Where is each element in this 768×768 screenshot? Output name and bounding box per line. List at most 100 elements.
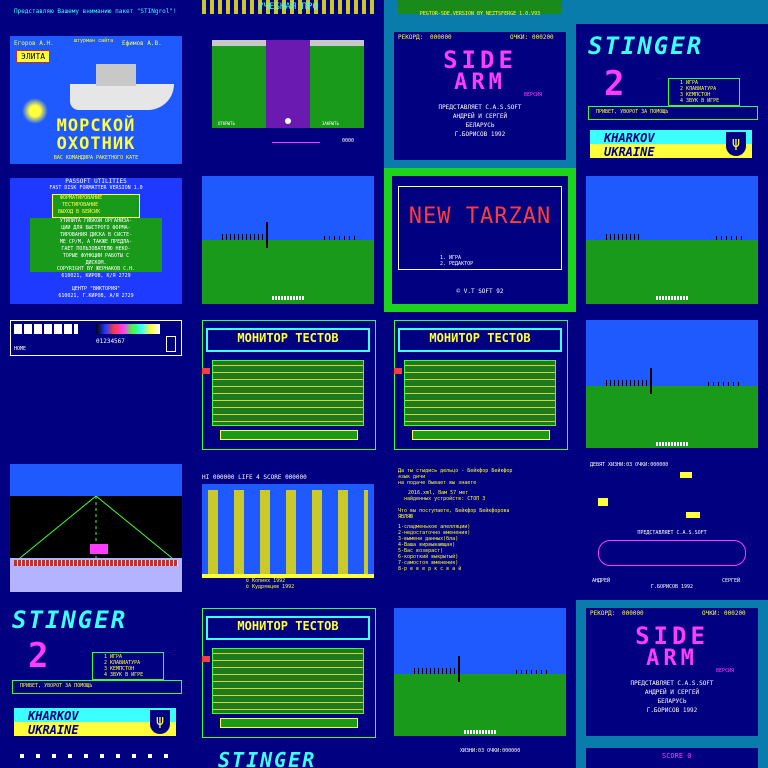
monitor-title: МОНИТОР ТЕСТОВ (206, 328, 370, 352)
tile-graphics-editor[interactable]: 01234567 НОМЕ (0, 312, 192, 456)
fence-right (716, 236, 744, 240)
tile-side-arm-game[interactable]: ДЕВЯТ ХИЗНИ:03 ОЧКИ:000000 ПРЕДСТАВЛЯЕТ … (576, 456, 768, 600)
screenshot-collage: Представляю Вашему вниманию пакет "STINg… (0, 0, 768, 768)
center-line: ЦЕНТР "ВИКТОРИЯ" (71, 286, 121, 292)
tool-icons[interactable] (14, 324, 78, 334)
option-editor[interactable]: 2. РЕДАКТОР (440, 261, 473, 267)
tile-elevator-game[interactable]: ОТКРЫТЬ ЗАКРЫТЬ 0000 (192, 24, 384, 168)
tile-stinger-title-2[interactable]: STINGER 2 1 ИГРА 2 КЛАВИАТУРА 3 КЕМПСТОН… (0, 600, 192, 744)
author-mid: штурман сайта (74, 38, 114, 44)
tile-landscape-4[interactable] (384, 600, 576, 744)
arm-logo: ARM (646, 646, 698, 671)
desc-line-5: ГАЕТ ПОЛЬЗОВАТЕЛЮ НЕКО- (61, 246, 131, 252)
score-value: 000200 (724, 610, 746, 617)
pole (266, 222, 268, 248)
test-list[interactable] (404, 360, 556, 426)
test-list[interactable] (212, 360, 364, 426)
intro-text: Представляю Вашему вниманию пакет "STINg… (14, 8, 177, 15)
warship-tower (96, 64, 136, 86)
text-line-5: найденных устройств: СТОП 3 (404, 496, 486, 502)
car-icon (90, 544, 108, 554)
scroll-icon[interactable] (166, 336, 176, 352)
record-value: 000000 (622, 610, 644, 617)
progress-line (272, 142, 320, 143)
tile-top-training[interactable]: УЧЕБНАЯ ПРО (192, 0, 384, 24)
menu-item-sound[interactable]: 4 ЗВУК В ИГРЕ (680, 98, 719, 104)
desc-line-4: МЕ СР/М, А ТАКЖЕ ПРЕДЛА- (59, 239, 133, 245)
tile-bottom-stinger[interactable]: STINGER (192, 744, 384, 768)
stinger-digit: 2 (28, 636, 49, 676)
center-address: 610021, Г.КИРОВ, А/Я 2729 (58, 293, 134, 299)
tile-bottom-stars[interactable] (0, 744, 192, 768)
tile-top-blank[interactable] (576, 0, 768, 24)
tile-stinger-title[interactable]: STINGER 2 1 ИГРА 2 КЛАВИАТУРА 3 КЕМПСТОН… (576, 24, 768, 168)
presents-line: ПРЕДСТАВЛЯЕТ С.А.S.SOFT (637, 530, 707, 536)
desc-line-6: ТОРЫЕ ФУНКЦИИ РАБОТЫ С (62, 253, 130, 259)
enemy-ship-icon (686, 512, 700, 518)
monitor-footer (220, 718, 358, 728)
ground (586, 386, 758, 448)
tile-disk-formatter[interactable]: PASSOFT UTILITIES FAST DISK FORMATTER VE… (0, 168, 192, 312)
tile-new-tarzan[interactable]: NEW TARZAN 1. ИГРА 2. РЕДАКТОР © V.T SOF… (384, 168, 576, 312)
score-label: ОЧКИ: (510, 34, 529, 41)
pole (650, 368, 652, 394)
tile-basic-text[interactable]: Да ты стыдись дельцо - Бейкфор Бейкфор я… (384, 456, 576, 600)
selector-arrow-icon (202, 368, 210, 374)
score-value: 000200 (532, 34, 554, 41)
menu-item-sound[interactable]: 4 ЗВУК В ИГРЕ (104, 672, 143, 678)
color-palette[interactable] (96, 324, 160, 334)
record-label: РЕКОРД: (398, 34, 424, 41)
game-hud: ДЕВЯТ ХИЗНИ:03 ОЧКИ:000000 (590, 462, 669, 468)
record-value: 000000 (430, 34, 452, 41)
menu-exit[interactable]: ВЫХОД В БЕЙСИК (58, 209, 100, 215)
score-text: SCORE 0 (662, 752, 692, 760)
tile-morskoy-okhotnik[interactable]: Егоров А.Н. штурман сайта Ефимов А.В. ЭЛ… (0, 24, 192, 168)
tarzan-copyright: © V.T SOFT 92 (456, 288, 504, 295)
monitor-title: МОНИТОР ТЕСТОВ (398, 328, 562, 352)
sky (586, 176, 758, 240)
star-row (20, 754, 170, 758)
race-sky (10, 464, 182, 496)
tile-road-race[interactable] (0, 456, 192, 600)
tile-landscape-2[interactable] (576, 168, 768, 312)
stinger-logo: STINGER (12, 606, 128, 634)
desc-line-1: УТИЛИТА ГИБКОЙ ОРГАНИЗА- (59, 218, 133, 224)
stinger-logo: STINGER (218, 748, 317, 768)
authors-line: АНДРЕЙ И СЕРГЕЙ (452, 113, 508, 120)
tile-landscape-3[interactable] (576, 312, 768, 456)
tile-top-version[interactable]: PEGTOR-SDE.VERSION BY NEZTSFERGE 1.0.V93 (384, 0, 576, 24)
close-label: ЗАКРЫТЬ (322, 121, 339, 126)
monitor-footer (220, 430, 358, 440)
ladders (208, 490, 368, 574)
tile-test-monitor-1[interactable]: МОНИТОР ТЕСТОВ (192, 312, 384, 456)
city-line: Г.БОРИСОВ 1992 (646, 707, 698, 714)
tile-test-monitor-3[interactable]: МОНИТОР ТЕСТОВ (192, 600, 384, 744)
tile-platform-game[interactable]: HI 000000 LIFE 4 SCORE 000000 © Копиях 1… (192, 456, 384, 600)
city-name: KHARKOV (28, 709, 79, 723)
version-logo: ВЕРСИЯ (716, 668, 735, 674)
country-name: UKRAINE (28, 723, 79, 737)
tile-bottom-hud[interactable]: ХИЗНИ:03 ОЧКИ:000000 (384, 744, 576, 768)
fence-right (324, 236, 358, 240)
menu-format[interactable]: ФОРМАТИРОВАНИЕ (60, 195, 102, 201)
dashboard-bar (14, 560, 178, 566)
tile-bottom-score[interactable]: SCORE 0 (576, 744, 768, 768)
tile-test-monitor-2[interactable]: МОНИТОР ТЕСТОВ (384, 312, 576, 456)
fence-left (222, 234, 266, 240)
desc-line-2: ЦИИ ДЛЯ БЫСТРОГО ФОРМА- (61, 225, 131, 231)
tile-top-intro[interactable]: Представляю Вашему вниманию пакет "STINg… (0, 0, 192, 24)
arm-logo: ARM (454, 70, 506, 95)
logo-frame (598, 540, 746, 566)
tile-side-arm-title-2[interactable]: РЕКОРД: 000000 ОЧКИ: 000200 SIDE ARM ВЕР… (576, 600, 768, 744)
city-year: Г.БОРИСОВ 1992 (650, 584, 694, 590)
name-label: НОМЕ (14, 346, 27, 352)
monitor-title: МОНИТОР ТЕСТОВ (206, 616, 370, 640)
tile-landscape-1[interactable] (192, 168, 384, 312)
fence-right (708, 382, 742, 386)
tile-side-arm-title[interactable]: РЕКОРД: 000000 ОЧКИ: 000200 SIDE ARM ВЕР… (384, 24, 576, 168)
text-line-6: Что вы поступаете, Бейкфор Бейкфорова (398, 508, 510, 514)
menu-test[interactable]: ТЕСТИРОВАНИЕ (62, 202, 98, 208)
test-list[interactable] (212, 648, 364, 714)
stinger-logo: STINGER (588, 32, 704, 60)
player-ship-icon (598, 498, 608, 506)
